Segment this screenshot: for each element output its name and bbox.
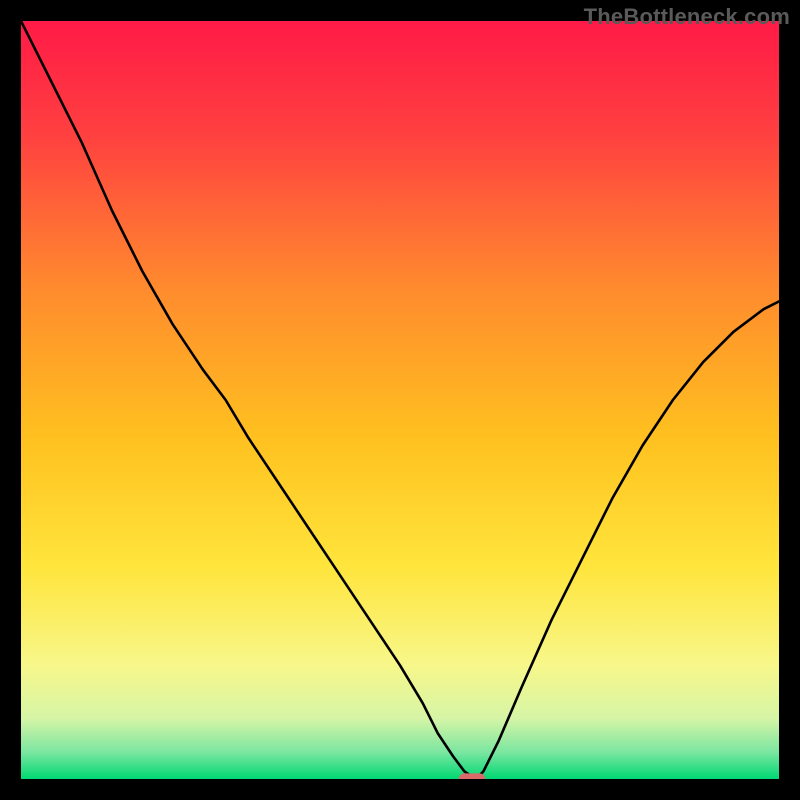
plot-area — [21, 21, 779, 779]
chart-svg — [21, 21, 779, 779]
watermark-label: TheBottleneck.com — [584, 4, 790, 30]
chart-frame: TheBottleneck.com — [0, 0, 800, 800]
optimal-marker — [459, 773, 486, 779]
